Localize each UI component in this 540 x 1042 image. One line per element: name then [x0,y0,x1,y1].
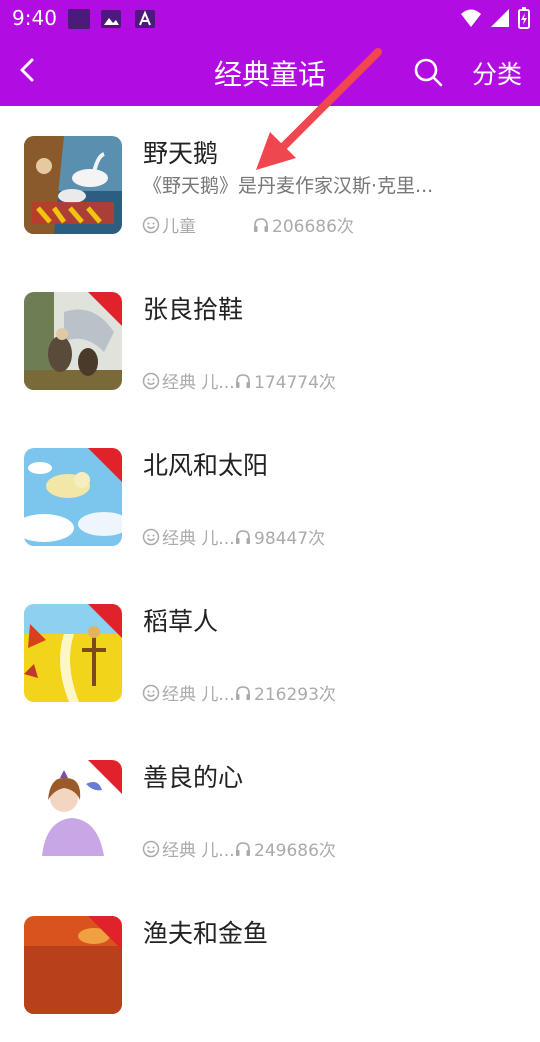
story-cover [24,760,122,858]
story-plays: 206686次 [272,217,354,237]
story-title: 张良拾鞋 [143,295,244,324]
corner-badge [88,292,122,326]
corner-badge [88,916,122,950]
story-title: 北风和太阳 [143,451,269,480]
story-item[interactable]: 稻草人 经典 儿... 216293次 [0,574,540,730]
notification-image-icon [100,9,122,29]
story-tag: 经典 儿... [162,529,234,549]
story-title: 善良的心 [143,763,244,792]
status-icons [460,7,530,29]
story-item[interactable]: 张良拾鞋 经典 儿... 174774次 [0,262,540,418]
story-meta: 经典 儿... 174774次 [142,368,336,393]
corner-badge [88,604,122,638]
smiley-icon [142,840,160,857]
search-button[interactable] [410,54,446,90]
story-plays: 174774次 [254,373,336,393]
smiley-icon [142,216,160,233]
story-meta: 经典 儿... 249686次 [142,836,336,861]
story-item[interactable]: 野天鹅 《野天鹅》是丹麦作家汉斯·克里... 儿童 206686次 [0,106,540,262]
smiley-icon [142,372,160,389]
headphones-icon [236,685,250,700]
story-item[interactable]: 北风和太阳 经典 儿... 98447次 [0,418,540,574]
story-tag: 经典 儿... [162,841,234,861]
story-item[interactable]: 善良的心 经典 儿... 249686次 [0,730,540,886]
corner-badge [88,448,122,482]
story-description: 《野天鹅》是丹麦作家汉斯·克里... [143,175,434,197]
signal-icon [491,9,509,27]
headphones-icon [236,529,250,544]
notification-square-icon [68,9,90,29]
smiley-icon [142,684,160,701]
battery-icon [518,7,530,29]
story-tag: 儿童 [162,217,196,237]
headphones-icon [236,841,250,856]
story-cover [24,448,122,546]
app-bar: 经典童话 分类 [0,36,540,106]
story-item[interactable]: 渔夫和金鱼 [0,886,540,1042]
story-cover [24,604,122,702]
story-cover [24,292,122,390]
story-title: 稻草人 [143,607,219,636]
wifi-icon [461,9,481,27]
category-button[interactable]: 分类 [472,55,522,91]
story-tag: 经典 儿... [162,373,234,393]
story-title: 野天鹅 [143,139,219,168]
story-plays: 216293次 [254,685,336,705]
notification-app-icon [134,9,156,29]
story-cover [24,136,122,234]
status-bar: 9:40 [0,0,540,36]
headphones-icon [236,373,250,388]
story-meta: 经典 儿... 216293次 [142,680,336,705]
story-title: 渔夫和金鱼 [143,919,269,948]
story-tag: 经典 儿... [162,685,234,705]
story-plays: 98447次 [254,529,326,549]
story-plays: 249686次 [254,841,336,861]
page-title: 经典童话 [213,58,326,91]
status-time: 9:40 [12,6,57,30]
story-meta: 经典 儿... 98447次 [142,524,325,549]
story-meta: 儿童 206686次 [142,212,354,237]
headphones-icon [254,217,268,232]
smiley-icon [142,528,160,545]
story-cover [24,916,122,1014]
search-icon [414,58,443,87]
corner-badge [88,760,122,794]
